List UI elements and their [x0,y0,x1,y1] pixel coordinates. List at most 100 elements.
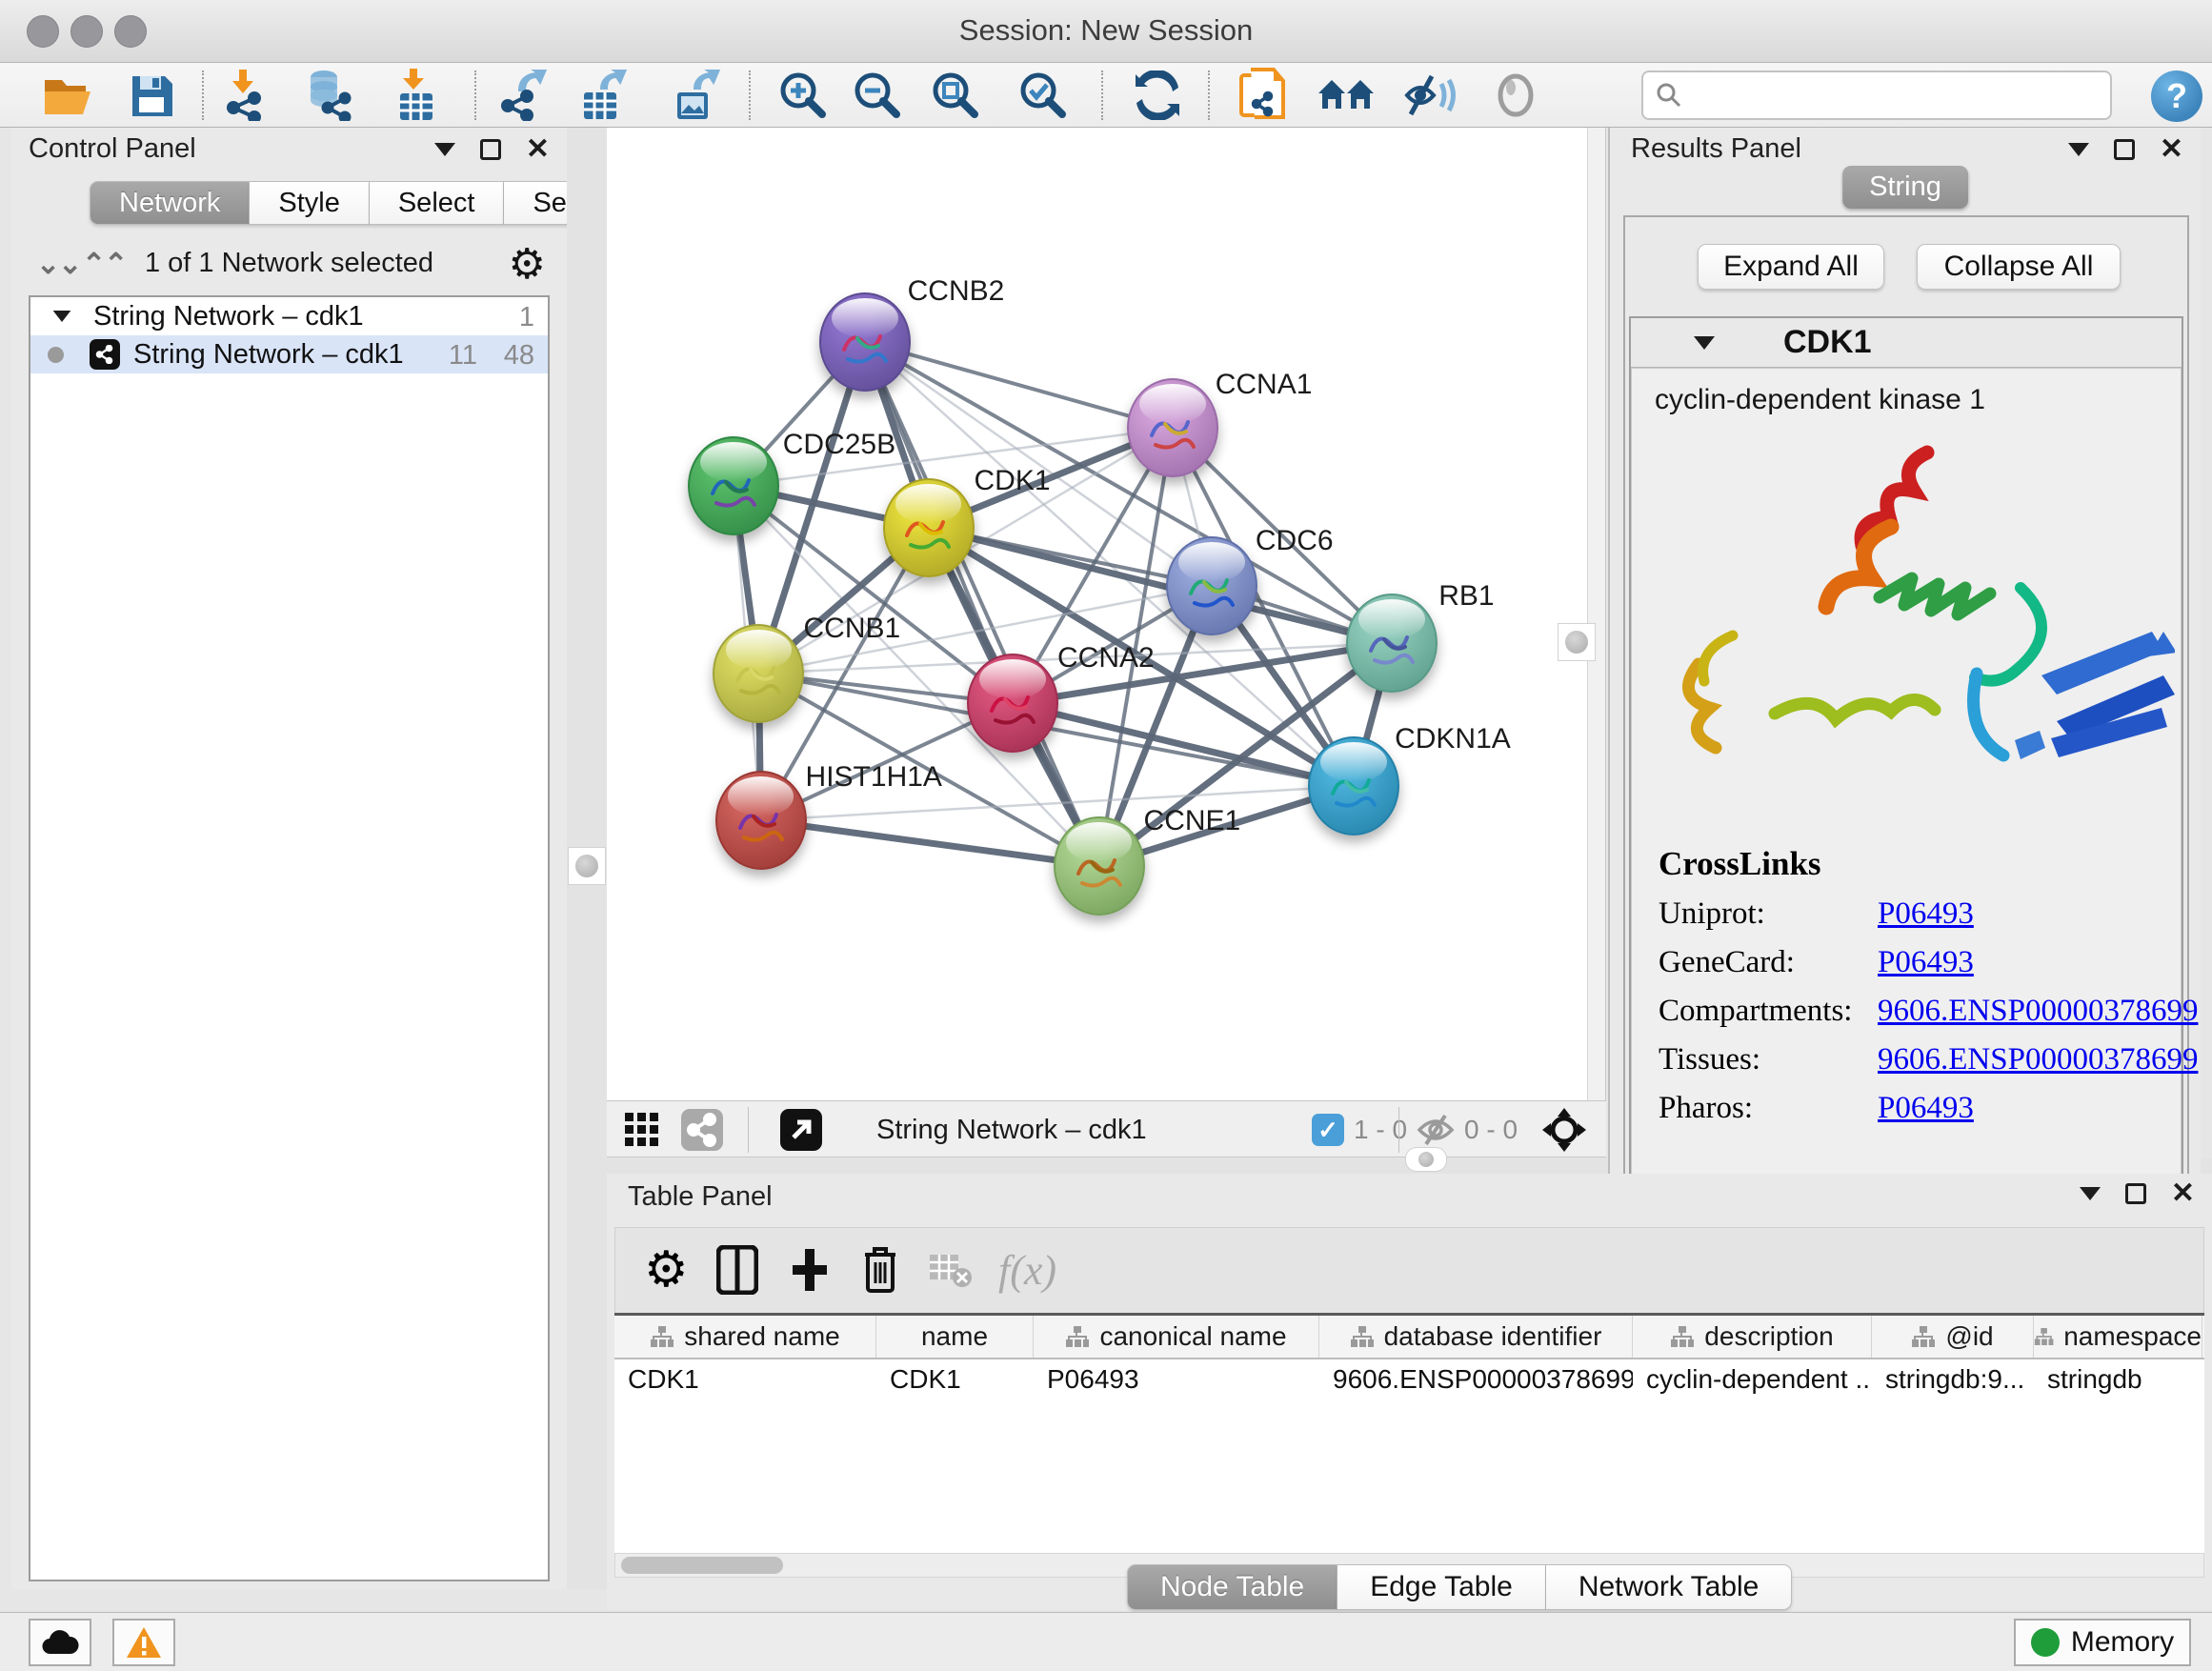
show-columns-button[interactable] [716,1241,758,1299]
float-panel-icon[interactable] [2125,1183,2146,1204]
column-header-description[interactable]: description [1633,1316,1872,1358]
crosslink-link[interactable]: 9606.ENSP00000378699 [1878,994,2198,1029]
column-header-namespace[interactable]: namespace [2034,1316,2202,1358]
selected-checkbox-icon[interactable]: ✓ [1312,1114,1344,1146]
crosslink-row: Uniprot:P06493 [1659,896,2198,932]
expand-all-button[interactable]: Expand All [1698,244,1884,290]
right-splitter-handle[interactable] [1558,623,1596,661]
tab-edge-table[interactable]: Edge Table [1337,1564,1546,1610]
tab-select[interactable]: Select [370,181,505,225]
import-network-file-button[interactable] [217,67,276,124]
zoom-in-button[interactable] [774,67,833,124]
crosslink-link[interactable]: P06493 [1878,945,1974,980]
memory-status-icon [2031,1628,2060,1657]
left-splitter[interactable] [567,128,607,1589]
column-header-shared-name[interactable]: shared name [614,1316,876,1358]
search-field[interactable] [1641,70,2112,120]
toolbar-separator [748,1107,749,1153]
column-header-label: shared name [684,1321,839,1352]
warnings-button[interactable] [112,1619,175,1666]
node-CDC6[interactable] [1166,536,1257,635]
column-header-name[interactable]: name [876,1316,1034,1358]
crosslink-link[interactable]: P06493 [1878,896,1974,932]
node-CCNB2[interactable] [819,292,911,392]
float-panel-icon[interactable] [2114,139,2135,160]
hide-selected-button[interactable] [1400,67,1459,124]
column-type-icon [1670,1325,1695,1348]
left-splitter-handle[interactable] [568,847,606,885]
import-table-button[interactable] [387,67,446,124]
function-builder-button[interactable]: f(x) [998,1241,1056,1299]
import-network-database-button[interactable] [299,67,358,124]
network-options-gear-icon[interactable]: ⚙ [509,240,546,289]
column-header-label: description [1704,1321,1833,1352]
edge-HIST1H1A-CCNE1[interactable] [761,820,1099,866]
panel-menu-icon[interactable] [2068,143,2089,156]
column-header-database-identifier[interactable]: database identifier [1319,1316,1633,1358]
network-scrollbar[interactable] [1587,128,1606,1100]
close-panel-icon[interactable]: ✕ [526,139,550,160]
node-CCNE1[interactable] [1054,816,1145,916]
node-CCNA1[interactable] [1127,378,1218,477]
open-in-browser-button[interactable] [780,1109,822,1151]
network-collection-row[interactable]: String Network – cdk1 1 [30,297,548,335]
help-button[interactable]: ? [2151,70,2202,122]
table-row[interactable]: CDK1CDK1P064939606.ENSP00000378699cyclin… [614,1359,2204,1401]
show-all-button[interactable] [1486,67,1545,124]
horizontal-splitter-handle[interactable] [1405,1147,1447,1172]
panel-menu-icon[interactable] [2080,1187,2101,1200]
collection-expander-icon[interactable] [53,311,71,322]
zoom-selected-button[interactable] [1014,67,1073,124]
first-neighbors-button[interactable] [1317,67,1376,124]
collapse-all-button[interactable]: Collapse All [1917,244,2121,290]
column-header-canonical-name[interactable]: canonical name [1034,1316,1319,1358]
birdseye-view-button[interactable] [624,1109,660,1151]
section-expander-icon[interactable] [1694,336,1715,350]
eye-icon [1492,72,1539,118]
export-table-button[interactable] [575,67,634,124]
export-network-button[interactable] [495,67,554,124]
protein-thumbnail [1321,755,1388,818]
close-panel-icon[interactable]: ✕ [2171,1183,2195,1204]
zoom-fit-button[interactable] [926,67,985,124]
tab-style[interactable]: Style [250,181,369,225]
clone-network-button[interactable] [1233,67,1292,124]
node-RB1[interactable] [1346,594,1438,693]
crosslink-link[interactable]: 9606.ENSP00000378699 [1878,1042,2198,1077]
delete-column-button[interactable] [861,1241,899,1299]
save-session-button[interactable] [122,67,181,124]
node-CDC25B[interactable] [688,436,779,535]
panel-menu-icon[interactable] [434,143,455,156]
node-CDK1[interactable] [883,478,975,577]
tab-string[interactable]: String [1842,166,1968,209]
scrollbar-thumb[interactable] [621,1557,783,1574]
toolbar-separator [1208,70,1210,120]
search-input[interactable] [1683,80,2093,111]
node-CDKN1A[interactable] [1308,736,1399,836]
network-canvas[interactable]: CCNB2CCNA1CDC25BCDK1CDC6RB1CCNB1CCNA2CDK… [607,128,1587,1100]
tab-node-table[interactable]: Node Table [1127,1564,1337,1610]
fit-content-button[interactable] [1542,1109,1586,1151]
network-row-selected[interactable]: String Network – cdk1 11 48 [30,335,548,373]
export-image-button[interactable] [667,67,726,124]
open-session-button[interactable] [38,67,97,124]
close-panel-icon[interactable]: ✕ [2160,139,2183,160]
node-HIST1H1A[interactable] [715,771,807,870]
node-CCNB1[interactable] [713,624,804,723]
delete-table-button[interactable] [928,1241,974,1299]
memory-button[interactable]: Memory [2014,1619,2191,1666]
column-header--id[interactable]: @id [1872,1316,2034,1358]
tab-network[interactable]: Network [90,181,250,225]
cloud-status-button[interactable] [29,1619,91,1666]
table-options-button[interactable]: ⚙ [644,1241,689,1299]
zoom-out-button[interactable] [848,67,907,124]
crosslink-link[interactable]: P06493 [1878,1091,1974,1126]
float-panel-icon[interactable] [480,139,501,160]
toolbar-separator [749,70,751,120]
node-CCNA2[interactable] [967,654,1058,753]
refresh-layout-button[interactable] [1128,67,1187,124]
string-panel-button[interactable] [681,1109,723,1151]
add-column-button[interactable] [789,1241,831,1299]
gene-section-header[interactable]: CDK1 [1631,318,2182,368]
tab-network-table[interactable]: Network Table [1546,1564,1793,1610]
